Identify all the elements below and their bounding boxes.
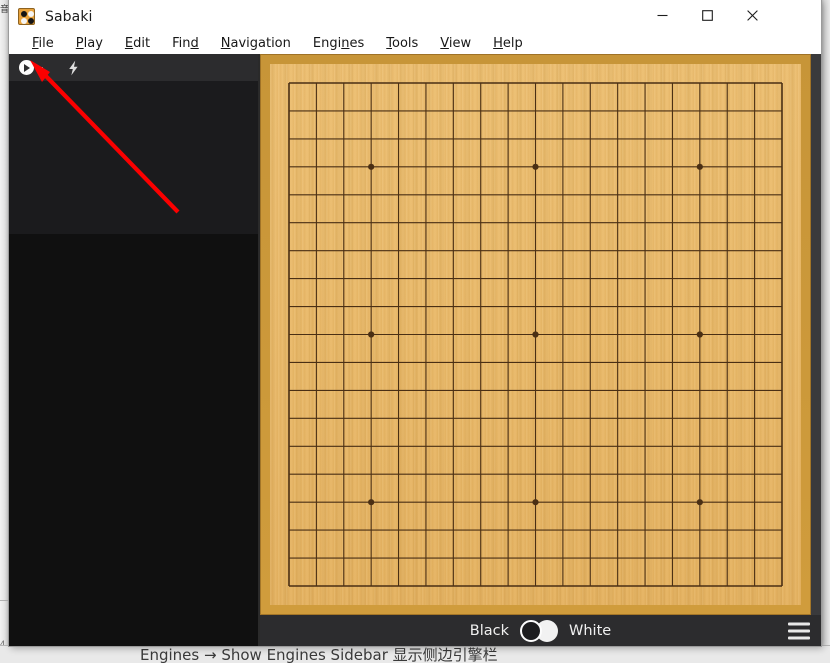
sabaki-window: Sabaki File Play Edit Find Navigation En… [9,0,821,646]
sabaki-go-stones-icon [18,8,35,25]
hamburger-bar [788,622,810,625]
menu-bar: File Play Edit Find Navigation Engines T… [9,33,821,54]
hamburger-bar [788,629,810,632]
menu-item-navigation[interactable]: Navigation [210,33,302,54]
background-window-divider [0,600,9,601]
play-icon [19,60,34,75]
background-window-right-edge[interactable] [820,0,830,663]
player-bar: Black White [260,615,821,646]
background-status-strip: Engines → Show Engines Sidebar 显示侧边引擎栏 [0,645,830,663]
maximize-icon[interactable] [685,0,730,30]
black-stone-icon [520,619,543,642]
white-player-label: White [569,622,612,639]
player-toggle-group[interactable]: Black White [469,619,612,642]
goban-board[interactable] [260,54,811,615]
toolbar [9,54,258,81]
play-button[interactable] [17,54,48,81]
menu-item-tools[interactable]: Tools [375,33,429,54]
close-icon[interactable] [730,0,775,30]
minimize-icon[interactable] [640,0,685,30]
content-area: Black White [9,54,821,646]
game-tree-panel[interactable] [9,234,258,646]
black-player-label: Black [469,622,510,639]
toolbar-separator [48,54,62,81]
menu-item-find[interactable]: Find [161,33,210,54]
player-color-toggle[interactable] [520,619,559,642]
left-sidebar [9,54,258,646]
menu-item-play[interactable]: Play [65,33,114,54]
menu-item-help[interactable]: Help [482,33,534,54]
goban-wood-surface [270,64,801,605]
menu-item-engines[interactable]: Engines [302,33,375,54]
window-title: Sabaki [45,8,93,25]
menu-item-file[interactable]: File [21,33,65,54]
game-info-panel[interactable] [9,81,258,234]
background-window-glyph: 音 [0,5,9,15]
menu-item-edit[interactable]: Edit [114,33,161,54]
hamburger-bar [788,636,810,639]
lightning-bolt-icon[interactable] [62,54,84,81]
chevron-down-icon[interactable] [37,66,43,71]
background-status-text: Engines → Show Engines Sidebar 显示侧边引擎栏 [140,646,498,663]
title-bar[interactable]: Sabaki [9,0,821,33]
hamburger-menu-icon[interactable] [788,622,810,639]
board-region: Black White [260,54,821,646]
goban-grid [288,82,783,587]
menu-item-view[interactable]: View [429,33,482,54]
